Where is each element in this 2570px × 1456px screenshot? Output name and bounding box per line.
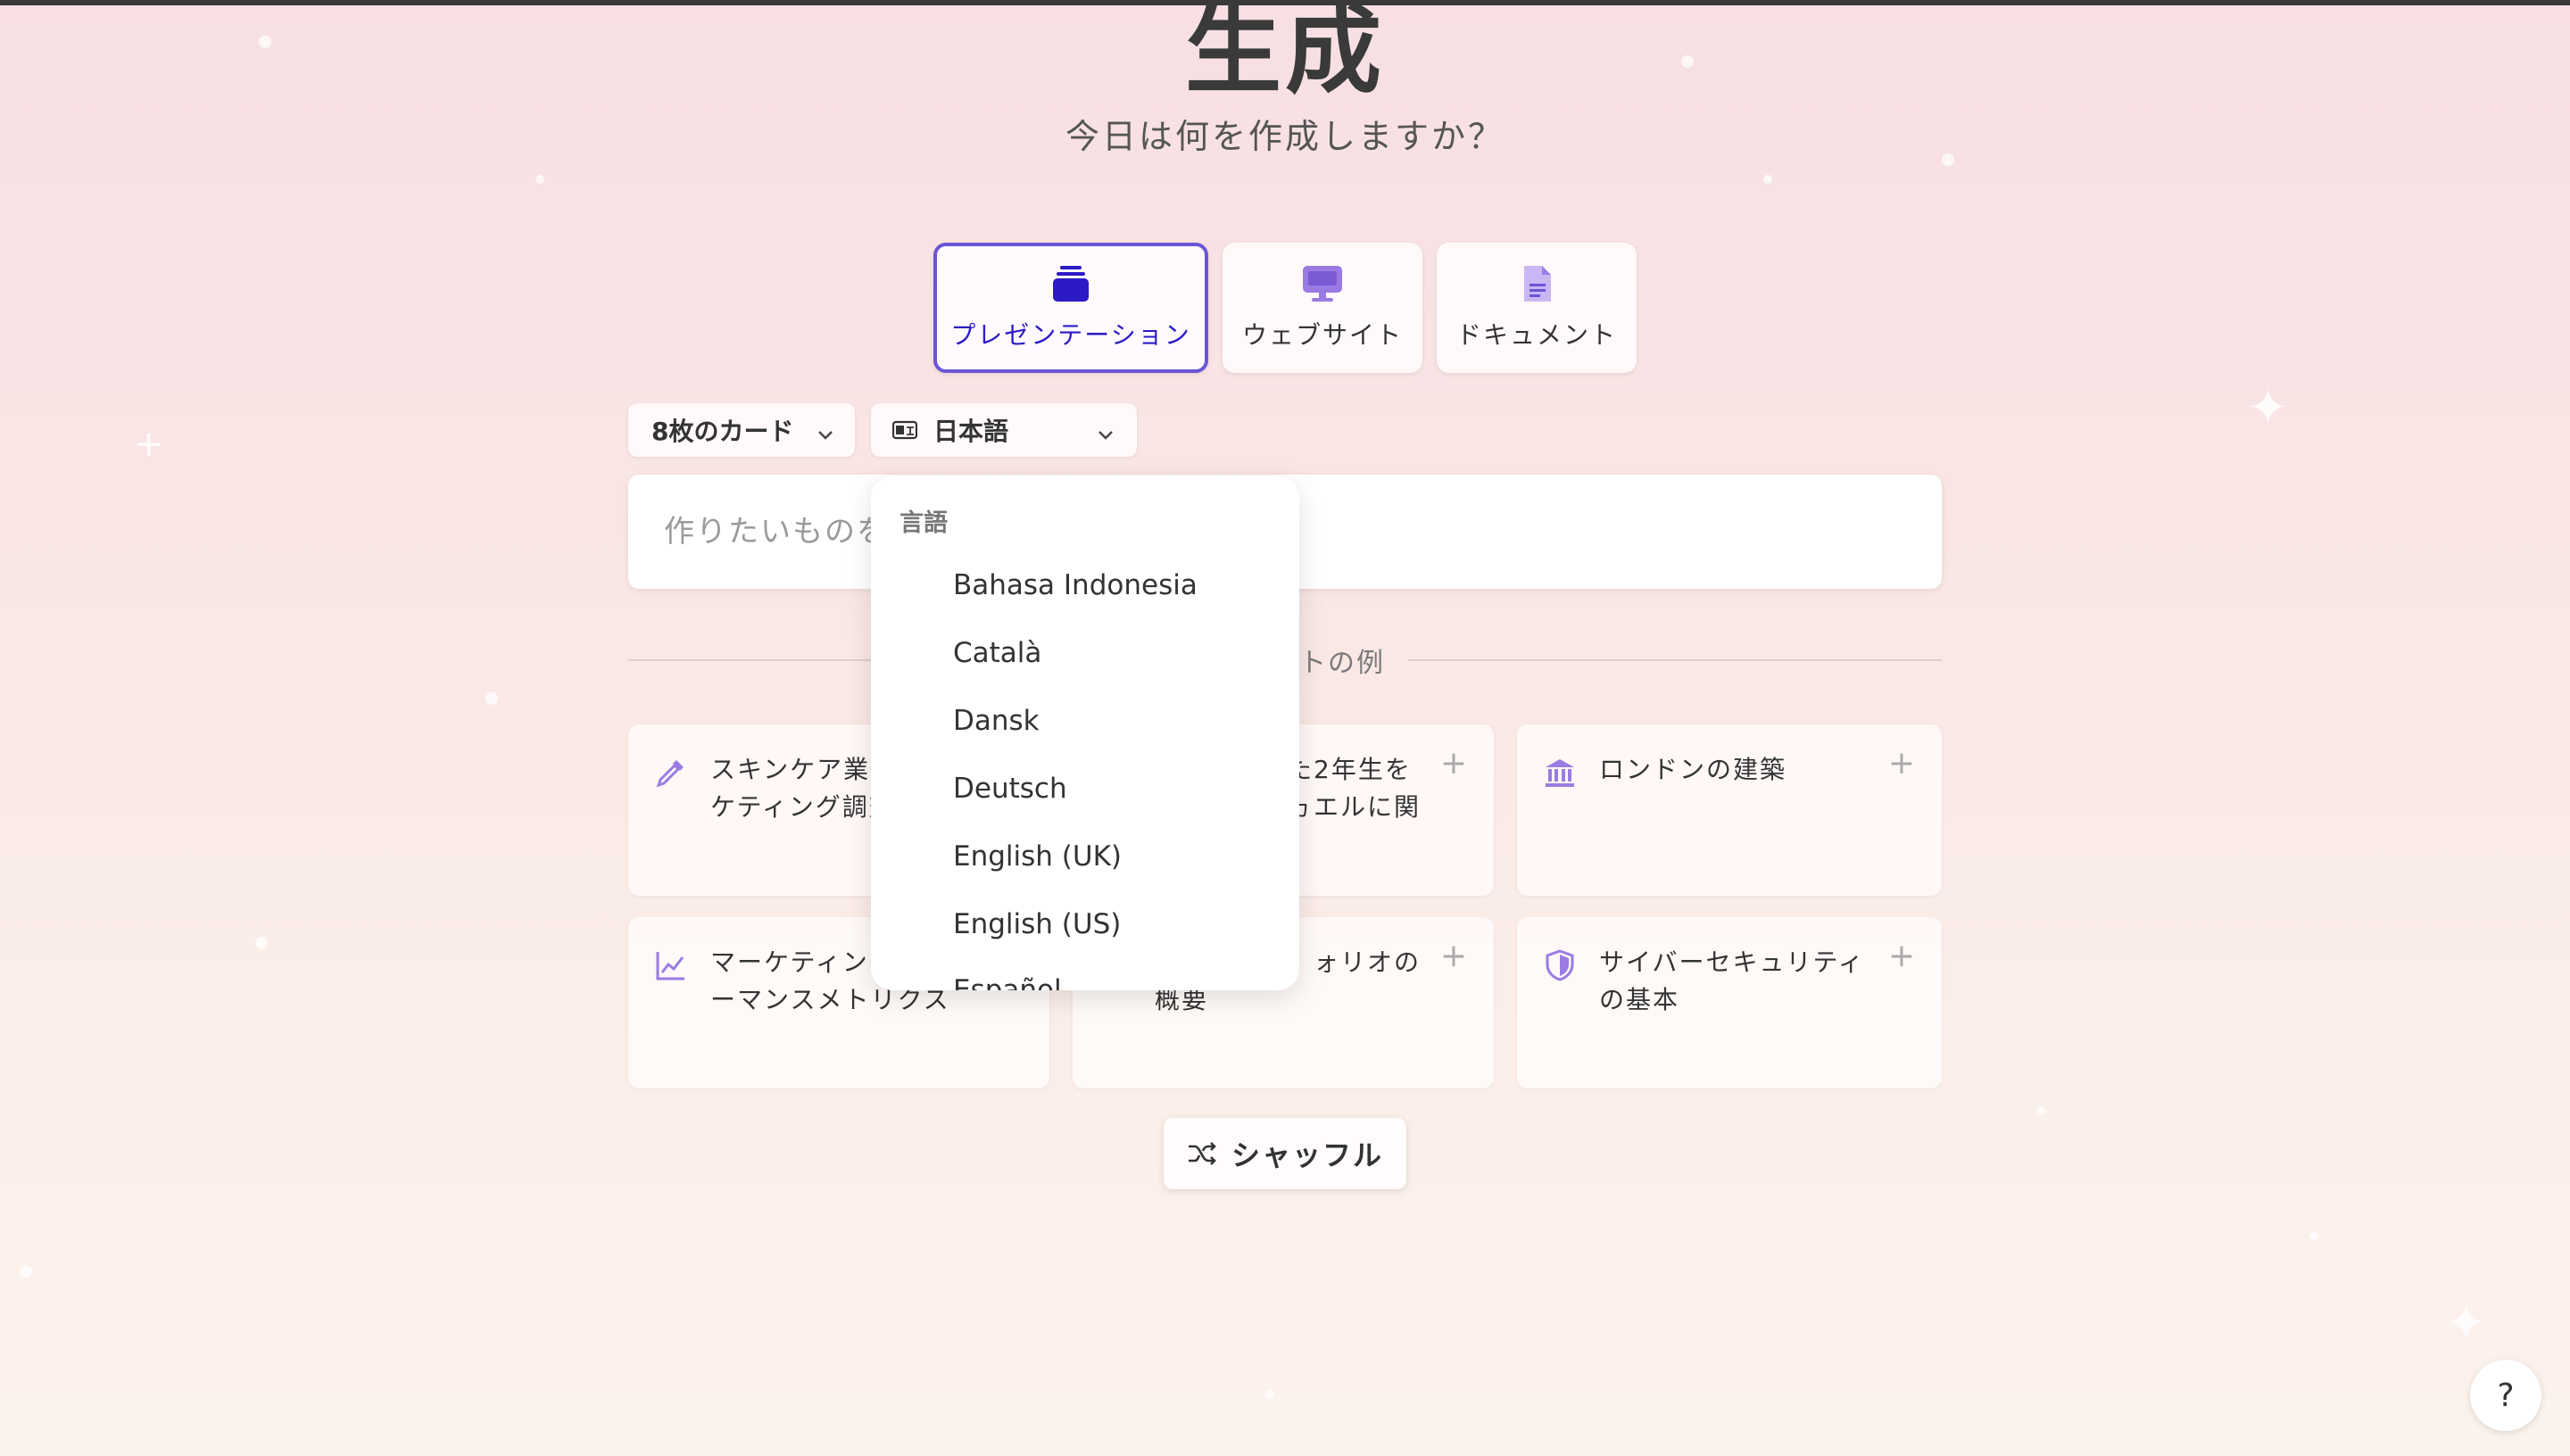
plus-icon[interactable]: + bbox=[1888, 748, 1915, 780]
plus-icon[interactable]: + bbox=[1440, 748, 1467, 780]
chevron-down-icon bbox=[816, 421, 835, 451]
example-card-cybersecurity[interactable]: サイバーセキュリティ の基本 + bbox=[1517, 917, 1942, 1088]
sparkle-dot bbox=[1265, 1390, 1274, 1399]
shield-icon bbox=[1544, 949, 1576, 981]
language-option[interactable]: Bahasa Indonesia bbox=[953, 569, 1198, 601]
language-option[interactable]: Español bbox=[953, 974, 1062, 990]
type-card-document[interactable]: ドキュメント bbox=[1437, 243, 1637, 373]
chevron-down-icon bbox=[1096, 421, 1115, 451]
divider-line-right bbox=[1408, 659, 1942, 661]
sparkle-dot bbox=[20, 1265, 32, 1278]
card-count-select[interactable]: 8枚のカード bbox=[628, 403, 855, 457]
example-text-line: ロンドンの建築 bbox=[1599, 755, 1787, 784]
sparkle-dot bbox=[2036, 1106, 2045, 1115]
language-select[interactable]: 日本語 bbox=[871, 403, 1137, 457]
line-chart-icon bbox=[655, 949, 687, 981]
shuffle-button[interactable]: シャッフル bbox=[1164, 1118, 1406, 1189]
shuffle-icon bbox=[1187, 1140, 1217, 1167]
help-button[interactable]: ? bbox=[2470, 1360, 2541, 1431]
sparkle-dot bbox=[255, 937, 268, 949]
type-card-label: ドキュメント bbox=[1455, 320, 1617, 350]
sparkle-star: ✦ bbox=[2247, 379, 2289, 437]
plus-icon[interactable]: + bbox=[1888, 940, 1915, 972]
language-option[interactable]: Deutsch bbox=[953, 773, 1067, 805]
bank-icon bbox=[1544, 757, 1576, 789]
pipette-icon bbox=[655, 757, 687, 789]
example-text-line: ヵエルに関 bbox=[1287, 792, 1422, 822]
sparkle-star: + bbox=[134, 424, 164, 465]
example-text-line: の基本 bbox=[1599, 985, 1680, 1014]
page-subtitle: 今日は何を作成しますか？ bbox=[1065, 117, 1505, 156]
sparkle-star: ✦ bbox=[2445, 1295, 2487, 1353]
language-option[interactable]: Català bbox=[953, 637, 1041, 669]
type-card-label: プレゼンテーション bbox=[950, 320, 1191, 350]
example-card-london[interactable]: ロンドンの建築 + bbox=[1517, 724, 1942, 896]
language-option[interactable]: English (US) bbox=[953, 908, 1121, 940]
examples-divider-label: トの例 bbox=[1299, 648, 1385, 679]
example-text-line: た2年生を bbox=[1287, 755, 1412, 784]
type-card-website[interactable]: ウェブサイト bbox=[1223, 243, 1422, 373]
slides-stack-icon bbox=[1051, 264, 1090, 303]
shuffle-label: シャッフル bbox=[1231, 1138, 1383, 1172]
monitor-icon bbox=[1303, 264, 1342, 303]
language-dropdown-header: 言語 bbox=[900, 509, 948, 537]
sparkle-dot bbox=[535, 175, 544, 184]
page-title: 生成 bbox=[1184, 0, 1385, 107]
plus-icon[interactable]: + bbox=[1440, 940, 1467, 972]
type-card-presentation[interactable]: プレゼンテーション bbox=[933, 243, 1208, 373]
language-option[interactable]: Dansk bbox=[953, 705, 1040, 737]
language-value: 日本語 bbox=[933, 417, 1009, 446]
sparkle-dot bbox=[2309, 1231, 2318, 1240]
divider-line-left bbox=[628, 659, 878, 661]
language-option[interactable]: English (UK) bbox=[953, 840, 1122, 873]
sparkle-dot bbox=[485, 692, 498, 705]
card-count-value: 8枚のカード bbox=[651, 417, 794, 446]
type-card-label: ウェブサイト bbox=[1241, 320, 1403, 350]
language-dropdown: 言語 Bahasa Indonesia Català Dansk Deutsch… bbox=[871, 476, 1299, 990]
sparkle-dot bbox=[1763, 175, 1772, 184]
translate-icon bbox=[892, 420, 917, 440]
document-icon bbox=[1517, 264, 1556, 303]
example-text-line: サイバーセキュリティ bbox=[1599, 947, 1865, 977]
